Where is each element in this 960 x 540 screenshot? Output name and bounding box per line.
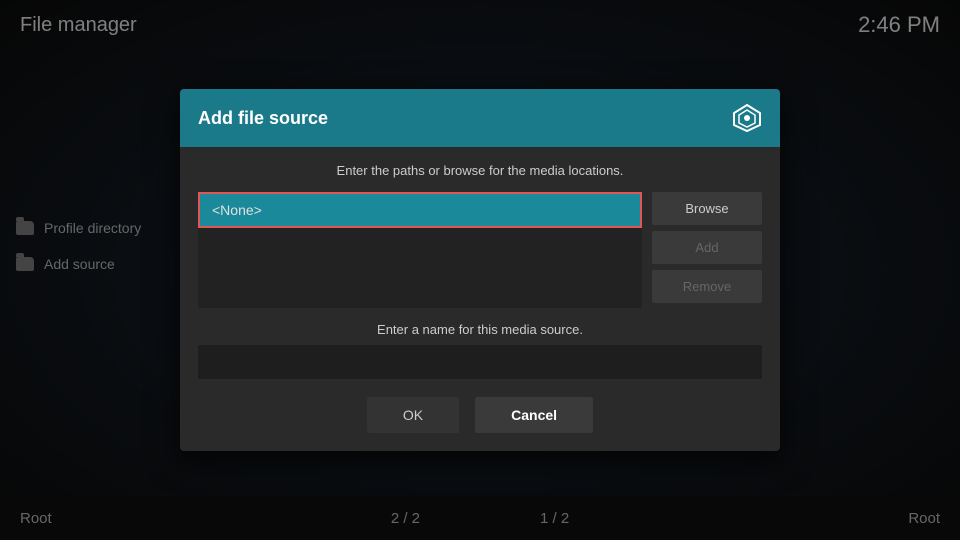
source-path-input[interactable] <box>198 192 642 228</box>
add-file-source-dialog: Add file source Enter the paths or brows… <box>180 89 780 451</box>
kodi-logo <box>732 103 762 133</box>
ok-button[interactable]: OK <box>367 397 459 433</box>
source-action-buttons: Browse Add Remove <box>652 192 762 303</box>
dialog-header: Add file source <box>180 89 780 147</box>
modal-overlay: Add file source Enter the paths or brows… <box>0 0 960 540</box>
add-button[interactable]: Add <box>652 231 762 264</box>
media-source-name-input[interactable] <box>198 345 762 379</box>
dialog-title: Add file source <box>198 108 328 129</box>
remove-button[interactable]: Remove <box>652 270 762 303</box>
dialog-instruction: Enter the paths or browse for the media … <box>198 163 762 178</box>
name-instruction: Enter a name for this media source. <box>198 322 762 337</box>
source-list-area <box>198 192 642 308</box>
dialog-footer: OK Cancel <box>198 397 762 433</box>
source-row: Browse Add Remove <box>198 192 762 308</box>
source-list-empty <box>198 228 642 308</box>
dialog-body: Enter the paths or browse for the media … <box>180 147 780 451</box>
cancel-button[interactable]: Cancel <box>475 397 593 433</box>
browse-button[interactable]: Browse <box>652 192 762 225</box>
